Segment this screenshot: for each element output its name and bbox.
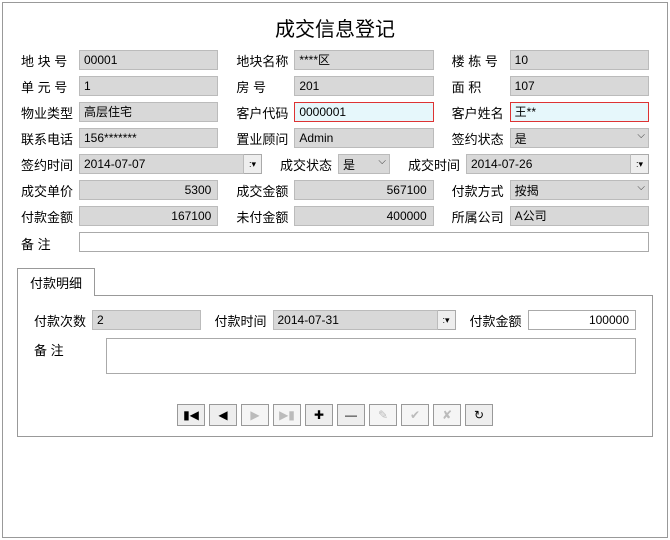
edit-icon: ✎	[378, 408, 388, 422]
label-phone: 联系电话	[21, 129, 79, 148]
label-prop-type: 物业类型	[21, 103, 79, 122]
date-picker-icon[interactable]: :▾	[244, 154, 262, 174]
check-icon: ✔	[410, 408, 420, 422]
nav-refresh-button[interactable]: ↻	[465, 404, 493, 426]
input-cust-name[interactable]	[510, 102, 649, 122]
tab-body: 付款次数 付款时间 :▾ 付款金额 备 注	[17, 295, 653, 437]
label-remark: 备 注	[21, 232, 79, 253]
label-pay-date: 付款时间	[215, 311, 273, 330]
label-cust-code: 客户代码	[236, 103, 294, 122]
input-tab-remark[interactable]	[106, 338, 636, 374]
prev-icon: ◀	[218, 408, 227, 422]
label-total: 成交金额	[236, 181, 294, 200]
label-sign-status: 签约状态	[452, 129, 510, 148]
label-sign-date: 签约时间	[21, 155, 79, 174]
select-sign-status[interactable]: 是	[510, 128, 649, 148]
label-unit-no: 单 元 号	[21, 77, 79, 96]
label-company: 所属公司	[452, 207, 510, 226]
label-pay-amount: 付款金额	[470, 311, 528, 330]
input-cust-code[interactable]	[294, 102, 433, 122]
page-title: 成交信息登记	[3, 3, 667, 50]
label-tab-remark: 备 注	[34, 338, 92, 359]
input-unpaid[interactable]	[294, 206, 433, 226]
input-block-name[interactable]	[294, 50, 433, 70]
x-icon: ✘	[442, 408, 452, 422]
label-advisor: 置业顾问	[236, 129, 294, 148]
minus-icon: —	[345, 408, 357, 422]
tab-section: 付款明细 付款次数 付款时间 :▾ 付款金额	[17, 267, 653, 437]
input-pay-date[interactable]	[273, 310, 438, 330]
label-cust-name: 客户姓名	[452, 103, 510, 122]
main-form: 地 块 号 地块名称 楼 栋 号 单 元 号 房 号 面	[3, 50, 667, 253]
last-icon: ▶▮	[279, 408, 295, 422]
label-paid: 付款金额	[21, 207, 79, 226]
nav-add-button[interactable]: ✚	[305, 404, 333, 426]
input-remark[interactable]	[79, 232, 649, 252]
label-pay-count: 付款次数	[34, 311, 92, 330]
input-paid[interactable]	[79, 206, 218, 226]
first-icon: ▮◀	[183, 408, 199, 422]
label-deal-status: 成交状态	[280, 155, 338, 174]
nav-prev-button[interactable]: ◀	[209, 404, 237, 426]
label-pay-method: 付款方式	[452, 181, 510, 200]
label-block-name: 地块名称	[236, 51, 294, 70]
label-unpaid: 未付金额	[236, 207, 294, 226]
input-room-no[interactable]	[294, 76, 433, 96]
nav-cancel-button[interactable]: ✘	[433, 404, 461, 426]
date-picker-icon[interactable]: :▾	[631, 154, 649, 174]
plus-icon: ✚	[314, 408, 324, 422]
select-pay-method[interactable]: 按揭	[510, 180, 649, 200]
label-unit-price: 成交单价	[21, 181, 79, 200]
select-deal-status[interactable]: 是	[338, 154, 390, 174]
input-pay-count[interactable]	[92, 310, 201, 330]
input-building-no[interactable]	[510, 50, 649, 70]
date-picker-icon[interactable]: :▾	[438, 310, 456, 330]
nav-next-button[interactable]: ▶	[241, 404, 269, 426]
label-block-no: 地 块 号	[21, 51, 79, 70]
tab-payment-detail[interactable]: 付款明细	[17, 268, 95, 296]
label-deal-date: 成交时间	[408, 155, 466, 174]
input-unit-no[interactable]	[79, 76, 218, 96]
nav-edit-button[interactable]: ✎	[369, 404, 397, 426]
input-area[interactable]	[510, 76, 649, 96]
nav-last-button[interactable]: ▶▮	[273, 404, 301, 426]
input-deal-date[interactable]	[466, 154, 631, 174]
input-phone[interactable]	[79, 128, 218, 148]
record-nav-toolbar: ▮◀ ◀ ▶ ▶▮ ✚ — ✎ ✔ ✘ ↻	[34, 404, 636, 426]
nav-remove-button[interactable]: —	[337, 404, 365, 426]
nav-ok-button[interactable]: ✔	[401, 404, 429, 426]
refresh-icon: ↻	[474, 408, 484, 422]
input-company[interactable]	[510, 206, 649, 226]
nav-first-button[interactable]: ▮◀	[177, 404, 205, 426]
input-prop-type[interactable]	[79, 102, 218, 122]
label-room-no: 房 号	[236, 77, 294, 96]
input-block-no[interactable]	[79, 50, 218, 70]
next-icon: ▶	[250, 408, 259, 422]
input-sign-date[interactable]	[79, 154, 244, 174]
label-building-no: 楼 栋 号	[452, 51, 510, 70]
input-pay-amount[interactable]	[528, 310, 637, 330]
input-total[interactable]	[294, 180, 433, 200]
form-window: 成交信息登记 地 块 号 地块名称 楼 栋 号 单 元 号 房 号	[2, 2, 668, 538]
input-unit-price[interactable]	[79, 180, 218, 200]
label-area: 面 积	[452, 77, 510, 96]
input-advisor[interactable]	[294, 128, 433, 148]
